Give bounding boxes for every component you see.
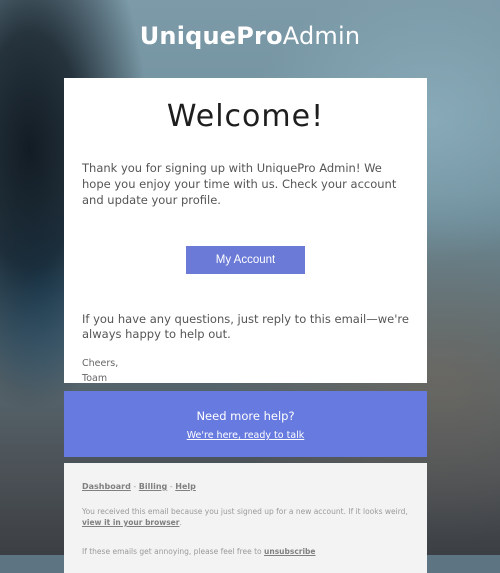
footer-link-dashboard[interactable]: Dashboard (82, 482, 131, 491)
footer-link-help[interactable]: Help (175, 482, 196, 491)
signoff-text: Cheers, (82, 358, 119, 369)
contact-link[interactable]: We're here, ready to talk (187, 430, 305, 441)
questions-text: If you have any questions, just reply to… (82, 312, 409, 341)
signature-block: Cheers, Toam (82, 356, 409, 386)
welcome-title: Welcome! (166, 99, 325, 134)
brand-logo: UniqueProAdmin (0, 22, 500, 50)
view-in-browser-link[interactable]: view it in your browser (82, 518, 179, 527)
brand-name-light: Admin (282, 22, 361, 50)
help-band: Need more help? We're here, ready to tal… (64, 391, 427, 457)
help-title: Need more help? (196, 409, 295, 423)
signature-name: Toam (82, 373, 108, 384)
footer-separator: - (130, 482, 139, 491)
brand-name-bold: UniquePro (139, 22, 283, 50)
welcome-card: Welcome! Thank you for signing up with U… (64, 78, 427, 386)
footer-link-billing[interactable]: Billing (139, 482, 168, 491)
footer-links: Dashboard - Billing - Help (82, 482, 409, 491)
intro-text: Thank you for signing up with UniquePro … (82, 161, 397, 207)
footer-note-text: You received this email because you just… (82, 507, 408, 516)
footer: Dashboard - Billing - Help You received … (64, 463, 427, 573)
my-account-button[interactable]: My Account (186, 246, 305, 274)
footer-note: You received this email because you just… (82, 506, 409, 528)
footer-note-suffix: . (179, 518, 182, 527)
